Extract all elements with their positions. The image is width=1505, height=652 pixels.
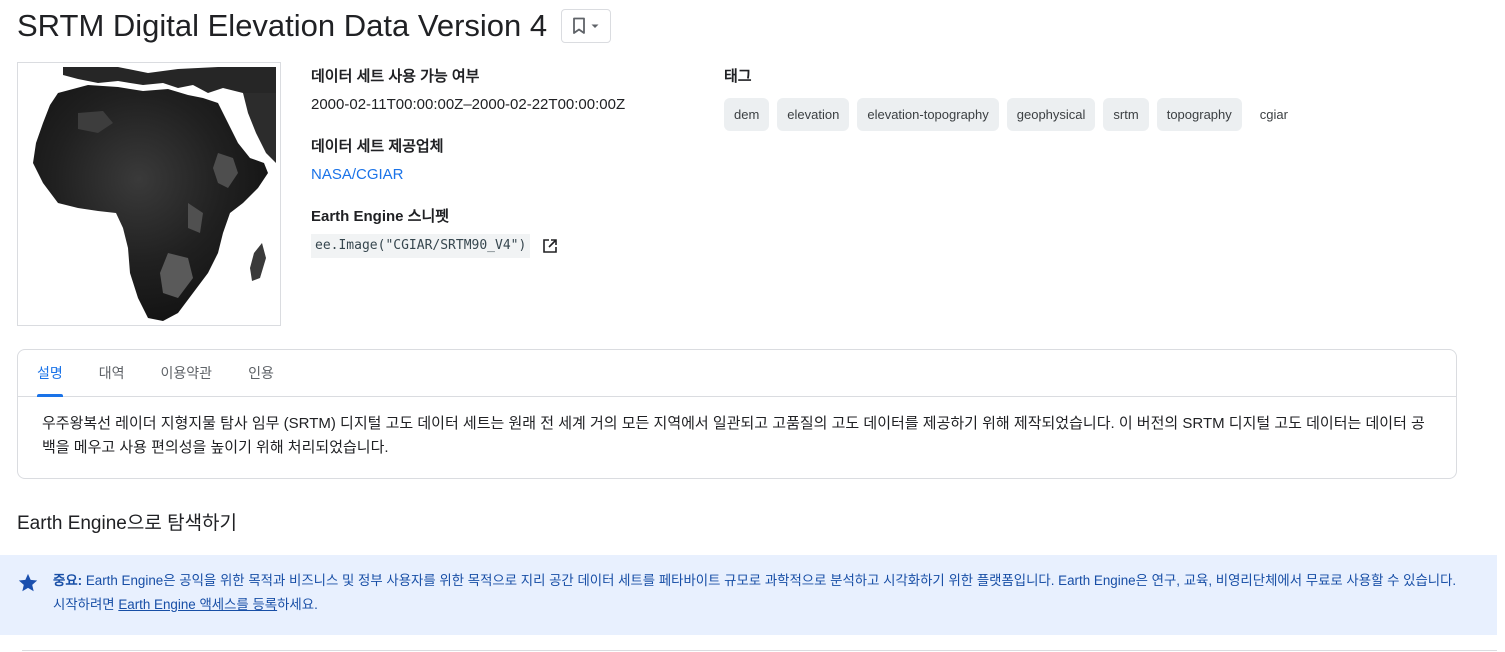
- tab-terms-of-use[interactable]: 이용약관: [154, 350, 220, 396]
- tab-citations[interactable]: 인용: [241, 350, 281, 396]
- tags-label: 태그: [724, 68, 752, 85]
- africa-elevation-image: [18, 63, 280, 325]
- register-link[interactable]: Earth Engine 액세스를 등록: [118, 597, 277, 612]
- tags-section: 태그 dem elevation elevation-topography ge…: [724, 66, 1424, 131]
- explore-heading: Earth Engine으로 탐색하기: [17, 513, 238, 534]
- tag-elevation[interactable]: elevation: [777, 98, 850, 131]
- tag-srtm[interactable]: srtm: [1103, 98, 1149, 131]
- tags-list: dem elevation elevation-topography geoph…: [724, 98, 1424, 131]
- bookmark-button[interactable]: [561, 9, 612, 43]
- star-icon: [18, 573, 38, 592]
- provider-link[interactable]: NASA/CGIAR: [311, 164, 404, 186]
- provider-label: 데이터 세트 제공업체: [311, 138, 444, 155]
- tab-bands[interactable]: 대역: [92, 350, 132, 396]
- snippet-code[interactable]: ee.Image("CGIAR/SRTM90_V4"): [311, 234, 531, 258]
- tab-description[interactable]: 설명: [30, 350, 70, 397]
- divider: [22, 650, 1497, 651]
- tag-elevation-topography[interactable]: elevation-topography: [857, 98, 999, 131]
- availability-label: 데이터 세트 사용 가능 여부: [311, 68, 480, 85]
- open-in-new-icon[interactable]: [542, 238, 558, 254]
- caret-down-icon: [591, 24, 599, 28]
- description-text: 우주왕복선 레이더 지형지물 탐사 임무 (SRTM) 디지털 고도 데이터 세…: [42, 415, 1425, 456]
- tab-bar: 설명 대역 이용약관 인용: [18, 350, 1456, 397]
- snippet-label: Earth Engine 스니펫: [311, 208, 450, 225]
- tag-geophysical[interactable]: geophysical: [1006, 98, 1096, 131]
- bookmark-icon: [573, 17, 586, 34]
- notice-text-2: 하세요.: [277, 597, 318, 612]
- dataset-thumbnail: [17, 62, 281, 326]
- availability-value: 2000-02-11T00:00:00Z–2000-02-22T00:00:00…: [311, 96, 626, 113]
- tag-cgiar[interactable]: cgiar: [1250, 98, 1298, 131]
- tag-dem[interactable]: dem: [724, 98, 770, 131]
- tag-topography[interactable]: topography: [1156, 98, 1242, 131]
- notice-bold: 중요:: [53, 573, 83, 588]
- title-row: SRTM Digital Elevation Data Version 4: [17, 6, 612, 46]
- page-title: SRTM Digital Elevation Data Version 4: [17, 8, 548, 43]
- dataset-metadata: 데이터 세트 사용 가능 여부 2000-02-11T00:00:00Z–200…: [311, 66, 691, 258]
- important-notice: 중요: Earth Engine은 공익을 위한 목적과 비즈니스 및 정부 사…: [0, 555, 1497, 635]
- tabs-panel: 설명 대역 이용약관 인용 우주왕복선 레이더 지형지물 탐사 임무 (SRTM…: [17, 349, 1457, 479]
- snippet-row: ee.Image("CGIAR/SRTM90_V4"): [311, 234, 691, 258]
